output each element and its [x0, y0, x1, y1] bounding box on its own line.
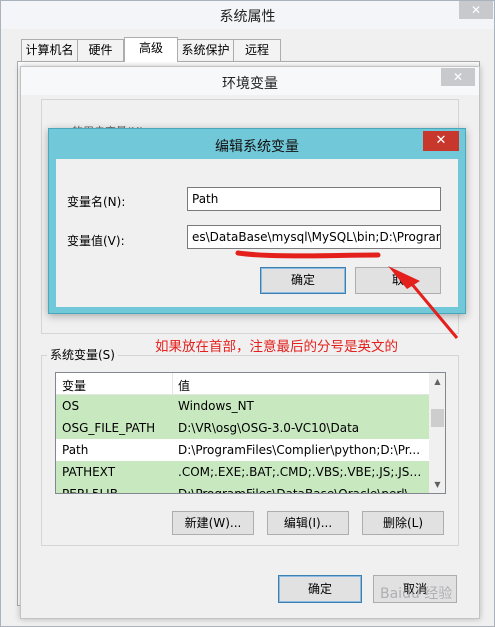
annotation-text: 如果放在首部，注意最后的分号是英文的	[155, 339, 398, 355]
underline-annotation	[235, 250, 381, 259]
tab-advanced[interactable]: 高级	[124, 37, 178, 62]
annotation-overlay	[235, 250, 459, 339]
watermark: Baidu 经验	[380, 586, 453, 602]
arrow-line	[409, 282, 459, 339]
arrow-head-icon	[388, 266, 420, 289]
